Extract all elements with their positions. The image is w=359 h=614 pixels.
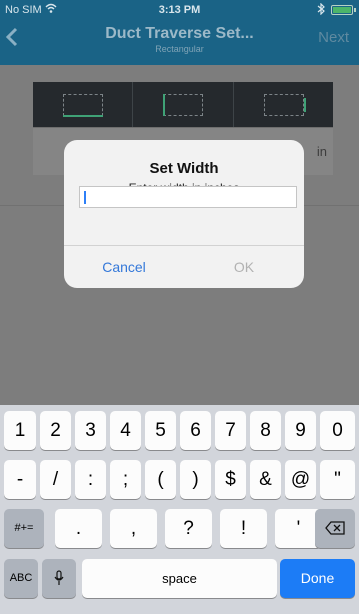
alert-title: Set Width xyxy=(149,160,219,177)
key-0[interactable]: 0 xyxy=(320,411,355,450)
status-time: 3:13 PM xyxy=(158,4,201,16)
key-2[interactable]: 2 xyxy=(40,411,71,450)
numeric-keyboard: 1 2 3 4 5 6 7 8 9 0 - / : ; ( ) $ & @ " … xyxy=(0,405,359,614)
width-input[interactable] xyxy=(79,186,297,208)
key-4[interactable]: 4 xyxy=(110,411,141,450)
key-comma[interactable]: , xyxy=(110,509,157,548)
key-7[interactable]: 7 xyxy=(215,411,246,450)
key-abc[interactable]: ABC xyxy=(4,559,38,598)
height-edge-marker xyxy=(163,94,166,116)
bluetooth-icon xyxy=(317,2,325,18)
key-1[interactable]: 1 xyxy=(4,411,36,450)
key-exclamation[interactable]: ! xyxy=(220,509,267,548)
duct-outline-icon xyxy=(163,94,204,116)
key-symbols[interactable]: #+= xyxy=(4,509,44,548)
key-3[interactable]: 3 xyxy=(75,411,106,450)
unit-label: in xyxy=(316,144,327,159)
height-shape-option[interactable] xyxy=(133,82,234,127)
set-width-alert: Set Width Enter width in inches Cancel O… xyxy=(64,140,304,288)
key-open-paren[interactable]: ( xyxy=(145,460,176,499)
nav-bar: Duct Traverse Set... Rectangular Next xyxy=(0,20,359,65)
alert-button-separator xyxy=(64,245,304,246)
key-ampersand[interactable]: & xyxy=(250,460,281,499)
key-dash[interactable]: - xyxy=(4,460,36,499)
width-shape-option[interactable] xyxy=(33,82,134,127)
key-question[interactable]: ? xyxy=(165,509,212,548)
key-quote[interactable]: " xyxy=(320,460,355,499)
key-8[interactable]: 8 xyxy=(250,411,281,450)
depth-shape-option[interactable] xyxy=(234,82,333,127)
page-subtitle: Rectangular xyxy=(155,44,204,54)
duct-shape-selector xyxy=(33,82,333,127)
key-colon[interactable]: : xyxy=(75,460,106,499)
key-period[interactable]: . xyxy=(55,509,102,548)
next-button[interactable]: Next xyxy=(318,29,349,46)
battery-icon xyxy=(331,5,356,15)
text-cursor xyxy=(84,191,86,204)
backspace-icon[interactable] xyxy=(315,509,355,548)
done-button[interactable]: Done xyxy=(280,559,355,598)
cancel-button[interactable]: Cancel xyxy=(64,259,184,275)
duct-outline-icon xyxy=(263,94,304,116)
duct-outline-icon xyxy=(63,94,103,116)
microphone-icon[interactable] xyxy=(42,559,76,598)
key-5[interactable]: 5 xyxy=(145,411,176,450)
key-6[interactable]: 6 xyxy=(180,411,211,450)
key-9[interactable]: 9 xyxy=(285,411,316,450)
key-close-paren[interactable]: ) xyxy=(180,460,211,499)
page-title: Duct Traverse Set... xyxy=(105,25,254,42)
key-at[interactable]: @ xyxy=(285,460,316,499)
width-edge-marker xyxy=(63,115,103,117)
key-space[interactable]: space xyxy=(82,559,277,598)
depth-edge-marker xyxy=(303,98,306,112)
status-bar: No SIM 3:13 PM xyxy=(0,0,359,20)
key-dollar[interactable]: $ xyxy=(215,460,246,499)
key-semicolon[interactable]: ; xyxy=(110,460,141,499)
key-slash[interactable]: / xyxy=(40,460,71,499)
ok-button[interactable]: OK xyxy=(184,259,304,275)
